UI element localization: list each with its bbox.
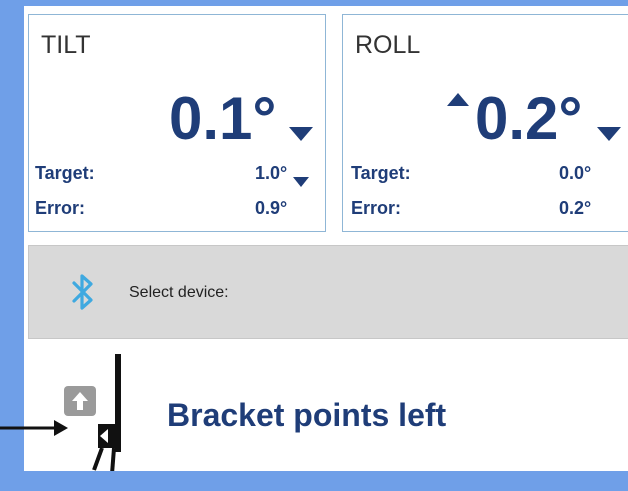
select-device-label: Select device: bbox=[129, 284, 229, 301]
bracket-orientation-icon bbox=[64, 354, 121, 471]
tilt-target-down-icon bbox=[293, 177, 309, 187]
select-device-bar[interactable]: Select device: bbox=[28, 245, 628, 339]
tilt-error-label: Error: bbox=[35, 198, 86, 218]
bluetooth-icon bbox=[72, 274, 93, 310]
roll-direction-down-icon bbox=[597, 127, 621, 141]
roll-error-label: Error: bbox=[351, 198, 402, 218]
app-window: TILT 0.1° Target: 1.0° Error: 0.9° ROLL … bbox=[24, 6, 628, 471]
tilt-title: TILT bbox=[41, 31, 91, 59]
orientation-label: Bracket points left bbox=[167, 397, 447, 433]
tilt-card: TILT 0.1° Target: 1.0° Error: 0.9° bbox=[28, 14, 326, 232]
roll-value: 0.2° bbox=[475, 85, 583, 152]
arrow-right-icon bbox=[0, 420, 68, 436]
roll-card: ROLL 0.2° Target: 0.0° Error: 0.2° bbox=[342, 14, 628, 232]
tilt-value: 0.1° bbox=[169, 85, 277, 152]
tilt-error-value: 0.9° bbox=[255, 198, 288, 218]
tilt-direction-down-icon bbox=[289, 127, 313, 141]
roll-title: ROLL bbox=[355, 31, 421, 59]
roll-direction-up-icon bbox=[447, 93, 469, 106]
tilt-target-label: Target: bbox=[35, 163, 95, 183]
tilt-target-value: 1.0° bbox=[255, 163, 288, 183]
roll-target-label: Target: bbox=[351, 163, 411, 183]
roll-error-value: 0.2° bbox=[559, 198, 592, 218]
roll-target-value: 0.0° bbox=[559, 163, 592, 183]
